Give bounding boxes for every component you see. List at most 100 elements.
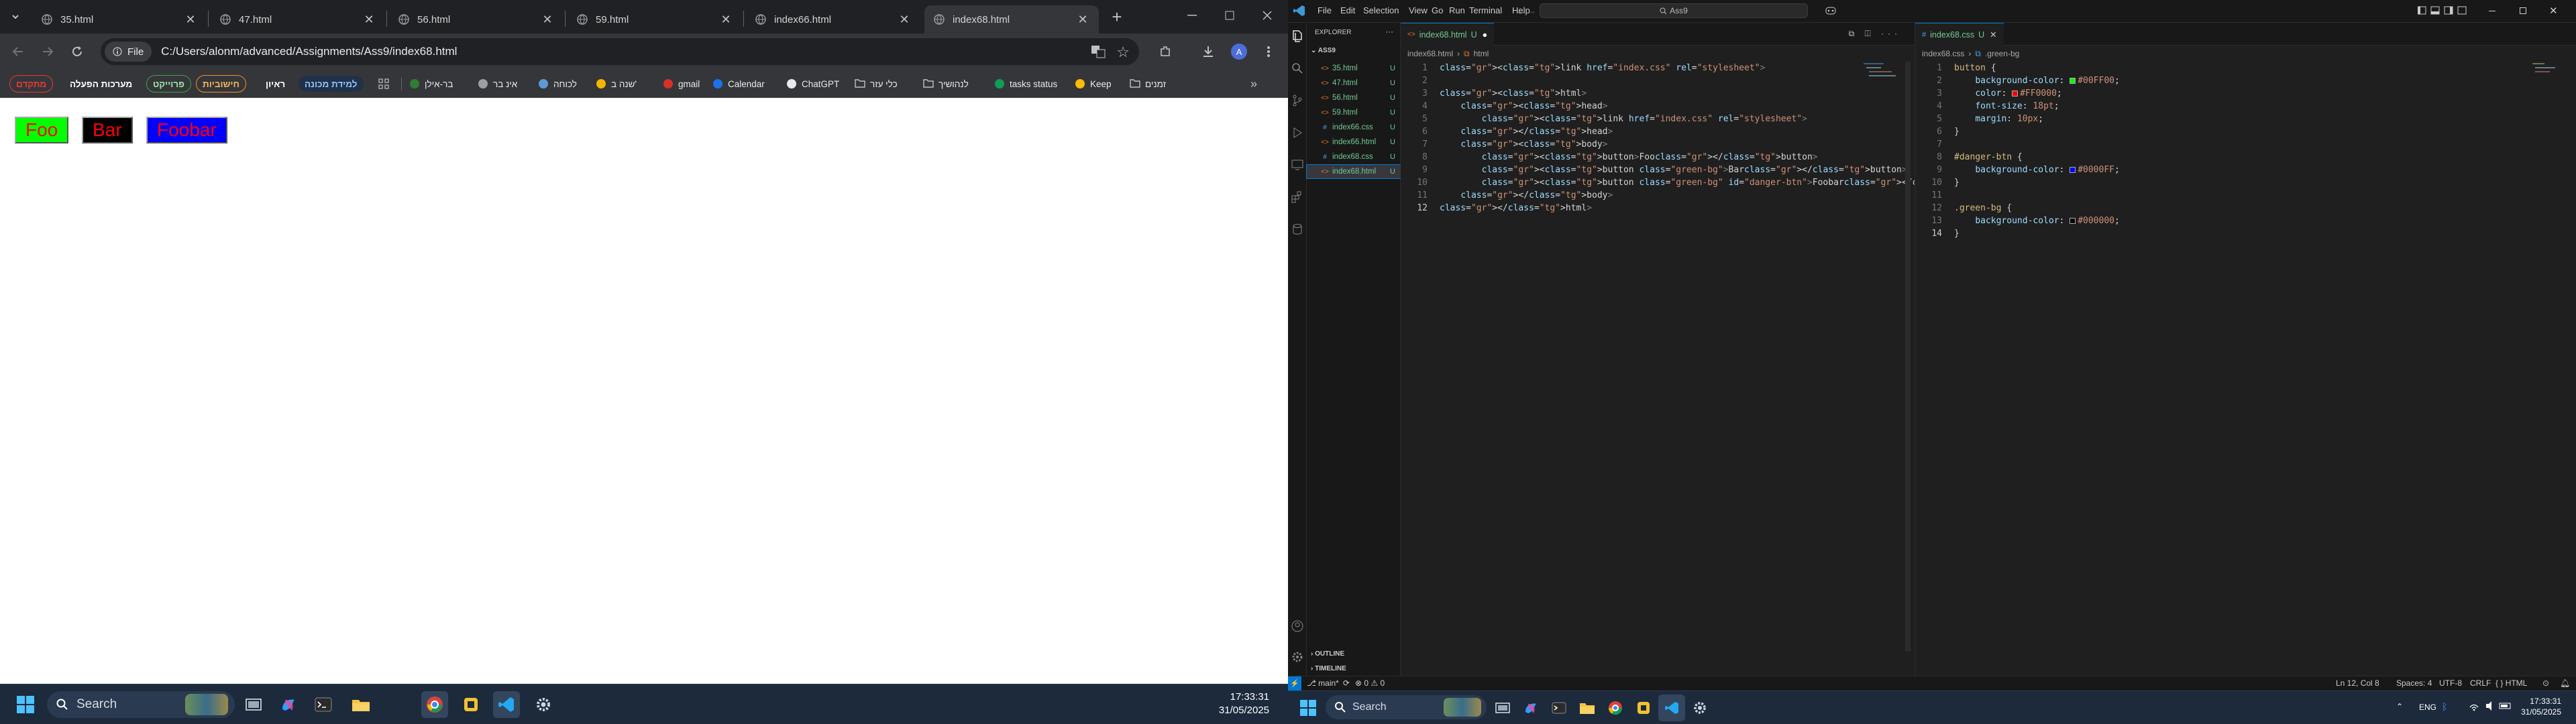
explorer-file[interactable]: <> index66.html U xyxy=(1307,135,1401,149)
code-line[interactable]: class="gr"></class="tg">body> xyxy=(1440,189,1613,202)
terminal-icon[interactable] xyxy=(1546,695,1572,721)
bookmark-item[interactable]: לכוחה xyxy=(538,75,577,93)
explorer-file[interactable]: <> 35.html U xyxy=(1307,62,1401,75)
chrome-taskbar-icon[interactable] xyxy=(1602,695,1629,721)
profile-avatar[interactable]: A xyxy=(1229,42,1249,62)
chrome-taskbar-icon[interactable] xyxy=(421,691,448,718)
explorer-file[interactable]: <> 56.html U xyxy=(1307,91,1401,105)
code-line[interactable]: background-color: #0000FF; xyxy=(1954,164,2120,176)
tab-59-html[interactable]: 59.html ✕ xyxy=(568,5,742,34)
code-line[interactable]: class="gr"></class="tg">head> xyxy=(1440,125,1613,138)
back-icon[interactable] xyxy=(8,42,28,62)
taskbar-clock[interactable]: 17:33:31 31/05/2025 xyxy=(1219,690,1269,717)
downloads-icon[interactable] xyxy=(1198,42,1218,62)
taskbar-search[interactable]: Search xyxy=(1326,695,1487,719)
command-center[interactable]: Ass9 xyxy=(1540,3,1808,18)
code-line[interactable]: background-color: #00FF00; xyxy=(1954,74,2120,87)
code-line[interactable]: class="gr"><class="tg">link href="index.… xyxy=(1440,62,1765,74)
tab-index68-html[interactable]: <> index68.html U ● xyxy=(1401,23,1495,46)
bookmark-item[interactable]: ראיון xyxy=(259,75,292,93)
run-debug-icon[interactable] xyxy=(1291,126,1304,139)
app-yellow-icon[interactable] xyxy=(458,691,484,718)
code-line[interactable]: } xyxy=(1954,227,1960,240)
task-view-icon[interactable] xyxy=(1489,695,1516,721)
tab-index68-css[interactable]: # index68.css U ✕ xyxy=(1915,23,2004,46)
page-button-bar[interactable]: Bar xyxy=(82,117,133,143)
site-info-chip[interactable]: File xyxy=(105,42,152,62)
tab-search-icon[interactable] xyxy=(5,7,25,27)
more-actions-icon[interactable]: ··· xyxy=(1385,27,1393,36)
database-icon[interactable] xyxy=(1291,223,1304,236)
bookmark-item[interactable]: למידת מכונה xyxy=(298,75,364,93)
scrollbar[interactable] xyxy=(1905,62,1911,652)
outline-section[interactable]: › OUTLINE xyxy=(1311,650,1344,658)
language-indicator[interactable]: ENG xyxy=(2419,703,2436,712)
bluetooth-icon[interactable]: ᛒ xyxy=(2442,701,2447,712)
code-line[interactable]: } xyxy=(1954,125,1960,138)
code-line[interactable]: class="gr"><class="tg">link href="index.… xyxy=(1440,113,1807,125)
tab-35-html[interactable]: 35.html ✕ xyxy=(32,5,207,34)
code-line[interactable]: .green-bg { xyxy=(1954,202,2012,215)
layout-icons[interactable] xyxy=(2418,6,2471,15)
close-tab-icon[interactable]: ✕ xyxy=(898,13,911,27)
close-tab-icon[interactable]: ✕ xyxy=(1076,13,1089,27)
code-line[interactable]: class="gr"><class="tg">button class="gre… xyxy=(1440,164,1907,176)
remote-indicator[interactable]: ⚡ xyxy=(1288,676,1301,690)
code-line[interactable]: font-size: 18pt; xyxy=(1954,100,2059,113)
taskbar-clock[interactable]: 17:33:31 31/05/2025 xyxy=(2521,696,2561,717)
breadcrumb[interactable]: index68.css › ⧉ .green-bg xyxy=(1922,47,2019,60)
code-line[interactable]: class="gr"><class="tg">button>Fooclass="… xyxy=(1440,151,1818,164)
bookmark-item[interactable]: מתקדם xyxy=(9,75,54,93)
code-line[interactable]: class="gr"><class="tg">html> xyxy=(1440,87,1587,100)
app-yellow-icon[interactable] xyxy=(1630,695,1657,721)
minimap[interactable] xyxy=(2532,62,2566,75)
tab-56-html[interactable]: 56.html ✕ xyxy=(389,5,564,34)
explorer-file[interactable]: <> 59.html U xyxy=(1307,106,1401,119)
menu-view[interactable]: View xyxy=(1409,5,1428,15)
bookmark-item[interactable]: שנה ב' xyxy=(596,75,637,93)
settings-gear-icon[interactable] xyxy=(1686,695,1713,721)
bookmark-item[interactable]: אינ בר xyxy=(478,75,517,93)
system-tray-icons[interactable] xyxy=(2469,701,2522,711)
reload-icon[interactable] xyxy=(67,42,87,62)
bookmark-item[interactable]: Keep xyxy=(1075,75,1112,93)
vscode-taskbar-icon[interactable] xyxy=(493,691,520,718)
close-tab-icon[interactable]: ✕ xyxy=(719,13,733,27)
explorer-file[interactable]: <> index68.html U xyxy=(1306,164,1401,179)
apps-grid-icon[interactable] xyxy=(378,75,389,93)
breadcrumb[interactable]: index68.html › ⧉ html xyxy=(1407,47,1489,60)
code-line[interactable]: background-color: #000000; xyxy=(1954,215,2120,227)
indentation[interactable]: Spaces: 4 xyxy=(2396,678,2432,688)
timeline-section[interactable]: › TIMELINE xyxy=(1311,665,1346,672)
bookmark-star-icon[interactable]: ☆ xyxy=(1116,44,1130,61)
task-view-icon[interactable] xyxy=(240,691,267,718)
minimap[interactable] xyxy=(1864,62,1904,82)
bookmark-item[interactable]: מערכות הפעלה xyxy=(63,75,140,93)
bookmark-item[interactable]: לנהושיך xyxy=(923,75,969,93)
code-line[interactable]: #danger-btn { xyxy=(1954,151,2023,164)
code-line[interactable]: button { xyxy=(1954,62,1996,74)
branch-status[interactable]: ⎇ main* ⟳ xyxy=(1307,678,1350,688)
code-line[interactable]: color: #FF0000; xyxy=(1954,87,2061,100)
translate-icon[interactable] xyxy=(1091,44,1106,59)
more-bookmarks-icon[interactable]: » xyxy=(1250,75,1257,93)
close-window-button[interactable] xyxy=(1257,5,1277,25)
new-tab-button[interactable]: + xyxy=(1107,7,1127,27)
tab-47-html[interactable]: 47.html ✕ xyxy=(211,5,385,34)
account-icon[interactable] xyxy=(1291,619,1304,633)
menu-selection[interactable]: Selection xyxy=(1363,5,1399,15)
folder-header[interactable]: ⌄ ASS9 xyxy=(1311,47,1336,54)
code-line[interactable]: class="gr"><class="tg">body> xyxy=(1440,138,1607,151)
editor-actions[interactable]: ⧉ ◫ ··· xyxy=(1849,29,1901,39)
menu-run[interactable]: Run xyxy=(1449,5,1465,15)
explorer-icon[interactable] xyxy=(1291,29,1304,43)
notifications-icon[interactable]: 🔔︎ xyxy=(2560,678,2570,688)
code-line[interactable]: } xyxy=(1954,176,1960,189)
explorer-file[interactable]: <> 47.html U xyxy=(1307,76,1401,90)
explorer-file[interactable]: # index68.css U xyxy=(1307,150,1401,164)
bookmark-item[interactable]: Calendar xyxy=(712,75,765,93)
start-button[interactable] xyxy=(12,691,39,718)
encoding[interactable]: UTF-8 xyxy=(2439,678,2462,688)
eol[interactable]: CRLF xyxy=(2470,678,2491,688)
terminal-icon[interactable] xyxy=(310,691,337,718)
